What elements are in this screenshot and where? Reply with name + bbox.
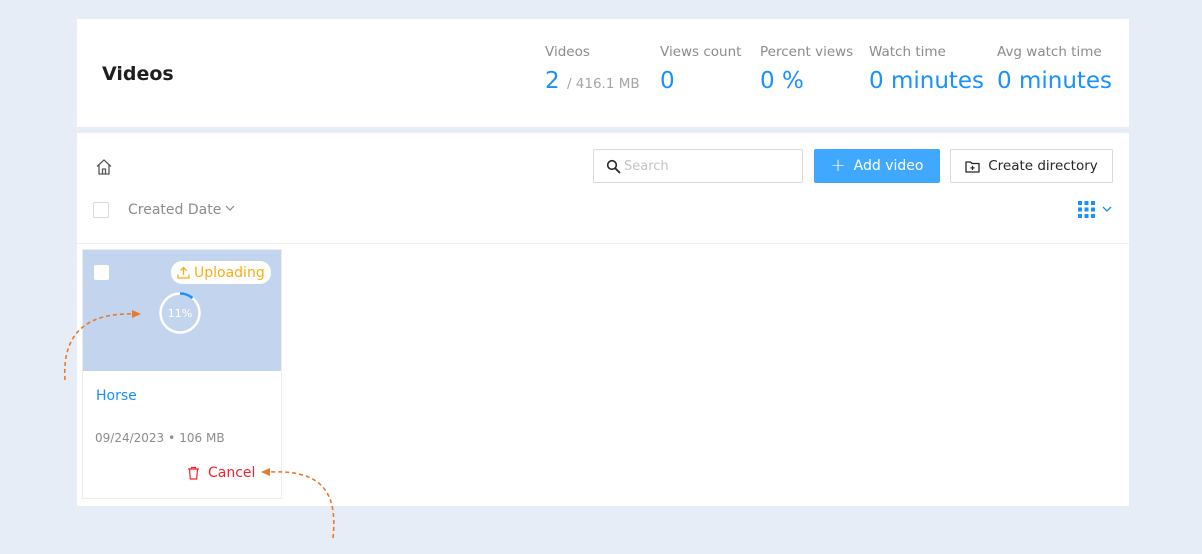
video-title[interactable]: Horse bbox=[96, 388, 137, 404]
search-input[interactable] bbox=[624, 154, 794, 178]
video-thumbnail[interactable]: Uploading 11% bbox=[83, 250, 281, 371]
stat-label: Avg watch time bbox=[997, 44, 1102, 60]
status-badge: Uploading bbox=[171, 261, 271, 284]
video-date: 09/24/2023 bbox=[95, 431, 165, 445]
divider bbox=[77, 243, 1129, 244]
grid-icon bbox=[1078, 201, 1095, 218]
stat-value: 0 % bbox=[760, 68, 804, 94]
video-card[interactable]: Uploading 11% Horse 09/24/2023 • 106 MB Ca… bbox=[82, 249, 282, 499]
stat-label: Views count bbox=[660, 44, 742, 60]
status-label: Uploading bbox=[194, 264, 265, 281]
stat-value: 2 / 416.1 MB bbox=[545, 68, 640, 94]
stat-videos: Videos 2 / 416.1 MB bbox=[545, 44, 640, 94]
page-title: Videos bbox=[102, 63, 174, 85]
stat-value: 0 minutes bbox=[869, 68, 985, 94]
chevron-down-icon bbox=[1102, 206, 1112, 212]
meta-separator: • bbox=[168, 431, 176, 445]
stat-value: 0 minutes bbox=[997, 68, 1113, 94]
folder-add-icon bbox=[965, 160, 980, 173]
stat-watch-time: Watch time 0 minutes bbox=[869, 44, 984, 94]
stat-percent-views: Percent views 0 % bbox=[760, 44, 853, 94]
create-directory-label: Create directory bbox=[988, 158, 1098, 174]
stat-label: Videos bbox=[545, 44, 590, 60]
video-size: 106 MB bbox=[179, 431, 225, 445]
upload-icon bbox=[177, 266, 190, 279]
grid-view-toggle[interactable] bbox=[1077, 200, 1115, 220]
search-icon bbox=[606, 159, 621, 174]
home-icon[interactable] bbox=[95, 158, 113, 176]
video-meta: 09/24/2023 • 106 MB bbox=[95, 431, 225, 445]
search-box bbox=[593, 149, 803, 183]
stat-avg-watch-time: Avg watch time 0 minutes bbox=[997, 44, 1112, 94]
progress-percent: 11% bbox=[167, 306, 193, 320]
stat-views-count: Views count 0 bbox=[660, 44, 741, 94]
stat-label: Percent views bbox=[760, 44, 854, 60]
cancel-upload-button[interactable]: Cancel bbox=[187, 463, 255, 483]
add-video-button[interactable]: + Add video bbox=[814, 149, 940, 183]
video-select-checkbox[interactable] bbox=[94, 265, 109, 280]
cancel-label: Cancel bbox=[208, 465, 256, 481]
trash-icon bbox=[188, 466, 199, 480]
sort-dropdown[interactable]: Created Date bbox=[128, 202, 221, 218]
stat-videos-count: 2 bbox=[545, 68, 560, 94]
stat-label: Watch time bbox=[869, 44, 946, 60]
plus-icon: + bbox=[830, 155, 846, 176]
stats-header: Videos Videos 2 / 416.1 MB Views count 0… bbox=[77, 19, 1129, 127]
select-all-checkbox[interactable] bbox=[93, 202, 109, 218]
add-video-label: Add video bbox=[853, 158, 924, 174]
stat-value: 0 bbox=[660, 68, 675, 94]
stat-videos-size: / 416.1 MB bbox=[566, 76, 640, 92]
chevron-down-icon[interactable] bbox=[225, 204, 235, 212]
create-directory-button[interactable]: Create directory bbox=[950, 149, 1113, 183]
